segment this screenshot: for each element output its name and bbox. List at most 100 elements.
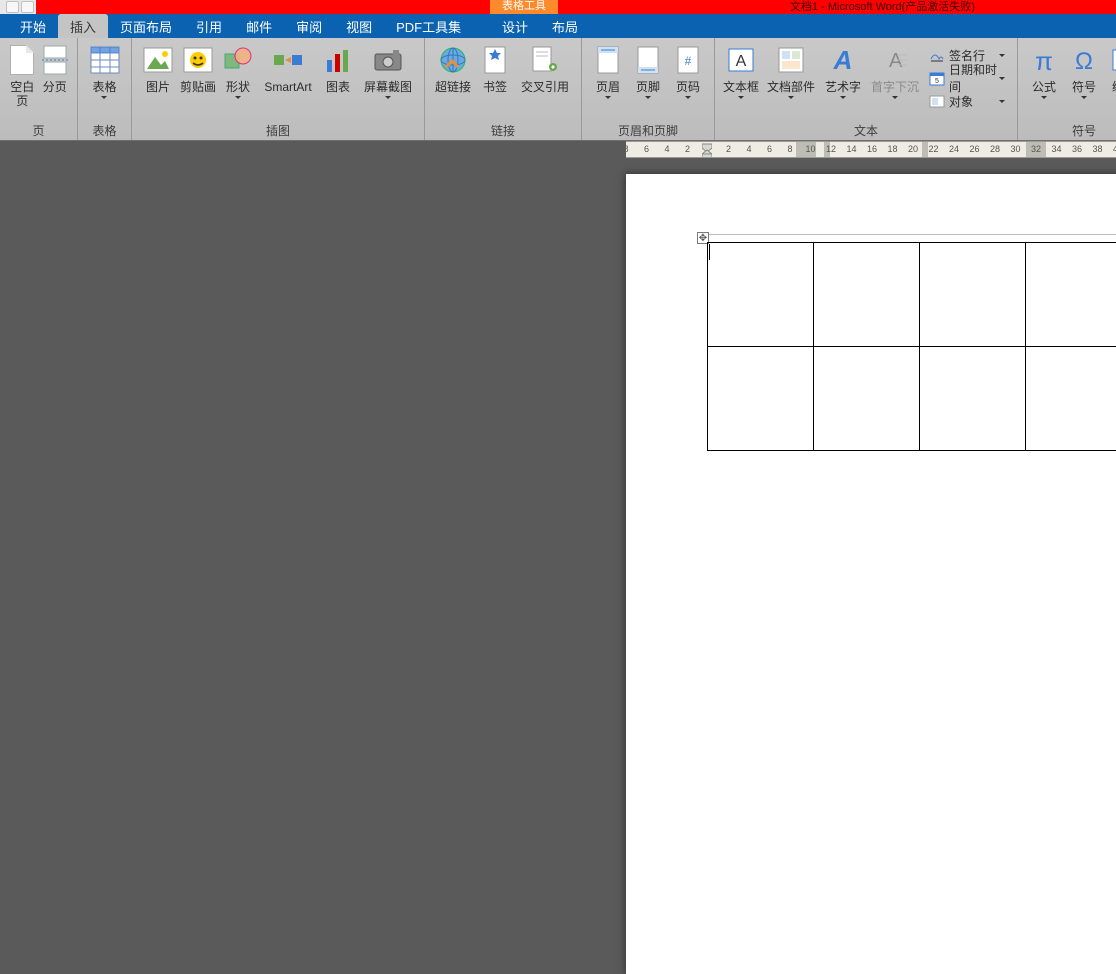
- table-row[interactable]: [708, 243, 1116, 347]
- screenshot-button[interactable]: 屏幕截图: [358, 42, 418, 108]
- equation-button[interactable]: π 公式: [1024, 42, 1064, 108]
- horizontal-ruler[interactable]: 8642246810121416182022242628303234363840: [626, 141, 1116, 158]
- table-icon: [89, 44, 121, 76]
- page-number-button[interactable]: # 页码: [668, 42, 708, 108]
- date-time-icon: 5: [929, 70, 945, 86]
- cross-reference-button[interactable]: 交叉引用: [515, 42, 575, 108]
- drop-cap-button[interactable]: A 首字下沉: [865, 42, 925, 108]
- symbol-button[interactable]: Ω 符号: [1064, 42, 1104, 108]
- table-cell[interactable]: [1026, 243, 1116, 347]
- ruler-number: 38: [1092, 144, 1102, 154]
- tab-insert[interactable]: 插入: [58, 14, 108, 38]
- bookmark-button[interactable]: 书签: [475, 42, 515, 108]
- ruler-number: 6: [767, 144, 772, 154]
- footer-icon: [632, 44, 664, 76]
- qat-dropdown[interactable]: [21, 1, 34, 13]
- header-label: 页眉: [596, 80, 620, 108]
- cross-reference-label: 交叉引用: [521, 80, 569, 108]
- equation-label: 公式: [1032, 80, 1056, 108]
- tab-view[interactable]: 视图: [334, 14, 384, 38]
- file-tab-edge[interactable]: [0, 14, 8, 38]
- svg-text:π: π: [1035, 46, 1053, 74]
- chart-button[interactable]: 图表: [318, 42, 358, 108]
- group-links: 超链接 书签 交叉引用 链接: [425, 38, 582, 140]
- document-page[interactable]: ✥: [626, 174, 1116, 974]
- ruler-number: 2: [685, 144, 690, 154]
- header-button[interactable]: 页眉: [588, 42, 628, 108]
- smartart-button[interactable]: SmartArt: [258, 42, 318, 108]
- group-symbols-label: 符号: [1018, 122, 1116, 140]
- table-cell[interactable]: [1026, 347, 1116, 451]
- footer-button[interactable]: 页脚: [628, 42, 668, 108]
- object-button[interactable]: 对象: [927, 90, 1007, 112]
- ribbon: 空白页 分页 页 表格 表格: [0, 38, 1116, 141]
- ruler-number: 4: [664, 144, 669, 154]
- table-cell[interactable]: [920, 243, 1026, 347]
- table-cell[interactable]: [708, 243, 814, 347]
- ruler-number: 22: [928, 144, 938, 154]
- document-workspace: ✥: [0, 141, 1116, 710]
- header-icon: [592, 44, 624, 76]
- tab-table-layout[interactable]: 布局: [540, 14, 590, 38]
- page-number-label: 页码: [676, 80, 700, 108]
- svg-text:A: A: [736, 53, 747, 70]
- bookmark-icon: [479, 44, 511, 76]
- table-cell[interactable]: [814, 347, 920, 451]
- text-box-button[interactable]: A 文本框: [721, 42, 761, 108]
- shapes-button[interactable]: 形状: [218, 42, 258, 108]
- number-icon: #: [1108, 44, 1116, 76]
- tab-home[interactable]: 开始: [8, 14, 58, 38]
- table-cell[interactable]: [708, 347, 814, 451]
- tab-review[interactable]: 审阅: [284, 14, 334, 38]
- blank-page-icon: [6, 44, 38, 76]
- footer-label: 页脚: [636, 80, 660, 108]
- tab-references[interactable]: 引用: [184, 14, 234, 38]
- group-illustrations: 图片 剪贴画 形状 SmartArt: [132, 38, 425, 140]
- smartart-icon: [272, 44, 304, 76]
- wordart-icon: A: [827, 44, 859, 76]
- hyperlink-label: 超链接: [435, 80, 471, 108]
- table-cell[interactable]: [814, 243, 920, 347]
- chart-icon: [322, 44, 354, 76]
- table-label: 表格: [92, 80, 116, 108]
- wordart-button[interactable]: A 艺术字: [821, 42, 865, 108]
- ruler-number: 24: [949, 144, 959, 154]
- indent-marker[interactable]: [702, 142, 712, 158]
- ruler-number: 16: [867, 144, 877, 154]
- drop-cap-icon: A: [879, 44, 911, 76]
- symbol-label: 符号: [1072, 80, 1096, 108]
- picture-button[interactable]: 图片: [138, 42, 178, 108]
- tab-mailings[interactable]: 邮件: [234, 14, 284, 38]
- group-links-label: 链接: [425, 122, 581, 140]
- group-pages: 空白页 分页 页: [0, 38, 78, 140]
- ruler-number: 8: [787, 144, 792, 154]
- ruler-number: 28: [990, 144, 1000, 154]
- quick-parts-button[interactable]: 文档部件: [761, 42, 821, 108]
- table-row[interactable]: [708, 347, 1116, 451]
- date-time-button[interactable]: 5 日期和时间: [927, 67, 1007, 89]
- page-break-button[interactable]: 分页: [39, 42, 72, 108]
- hyperlink-icon: [437, 44, 469, 76]
- equation-icon: π: [1028, 44, 1060, 76]
- qat-button[interactable]: [6, 1, 19, 13]
- drop-cap-label: 首字下沉: [871, 80, 919, 108]
- table-cell[interactable]: [920, 347, 1026, 451]
- number-label: 编号: [1112, 80, 1116, 108]
- tab-pdf-tools[interactable]: PDF工具集: [384, 14, 473, 38]
- ruler-number: 34: [1051, 144, 1061, 154]
- ruler-number: 6: [644, 144, 649, 154]
- hyperlink-button[interactable]: 超链接: [431, 42, 475, 108]
- blank-page-button[interactable]: 空白页: [6, 42, 39, 108]
- document-title: 文档1 - Microsoft Word(产品激活失败): [790, 0, 975, 14]
- ruler-number: 26: [969, 144, 979, 154]
- quick-parts-label: 文档部件: [767, 80, 815, 108]
- document-table[interactable]: [707, 242, 1116, 451]
- screenshot-icon: [372, 44, 404, 76]
- table-button[interactable]: 表格: [84, 42, 125, 108]
- number-button[interactable]: # 编号: [1104, 42, 1116, 108]
- tab-table-design[interactable]: 设计: [490, 14, 540, 38]
- tab-page-layout[interactable]: 页面布局: [108, 14, 184, 38]
- svg-text:#: #: [685, 54, 692, 68]
- clipart-button[interactable]: 剪贴画: [178, 42, 218, 108]
- quick-access-toolbar: [0, 0, 36, 14]
